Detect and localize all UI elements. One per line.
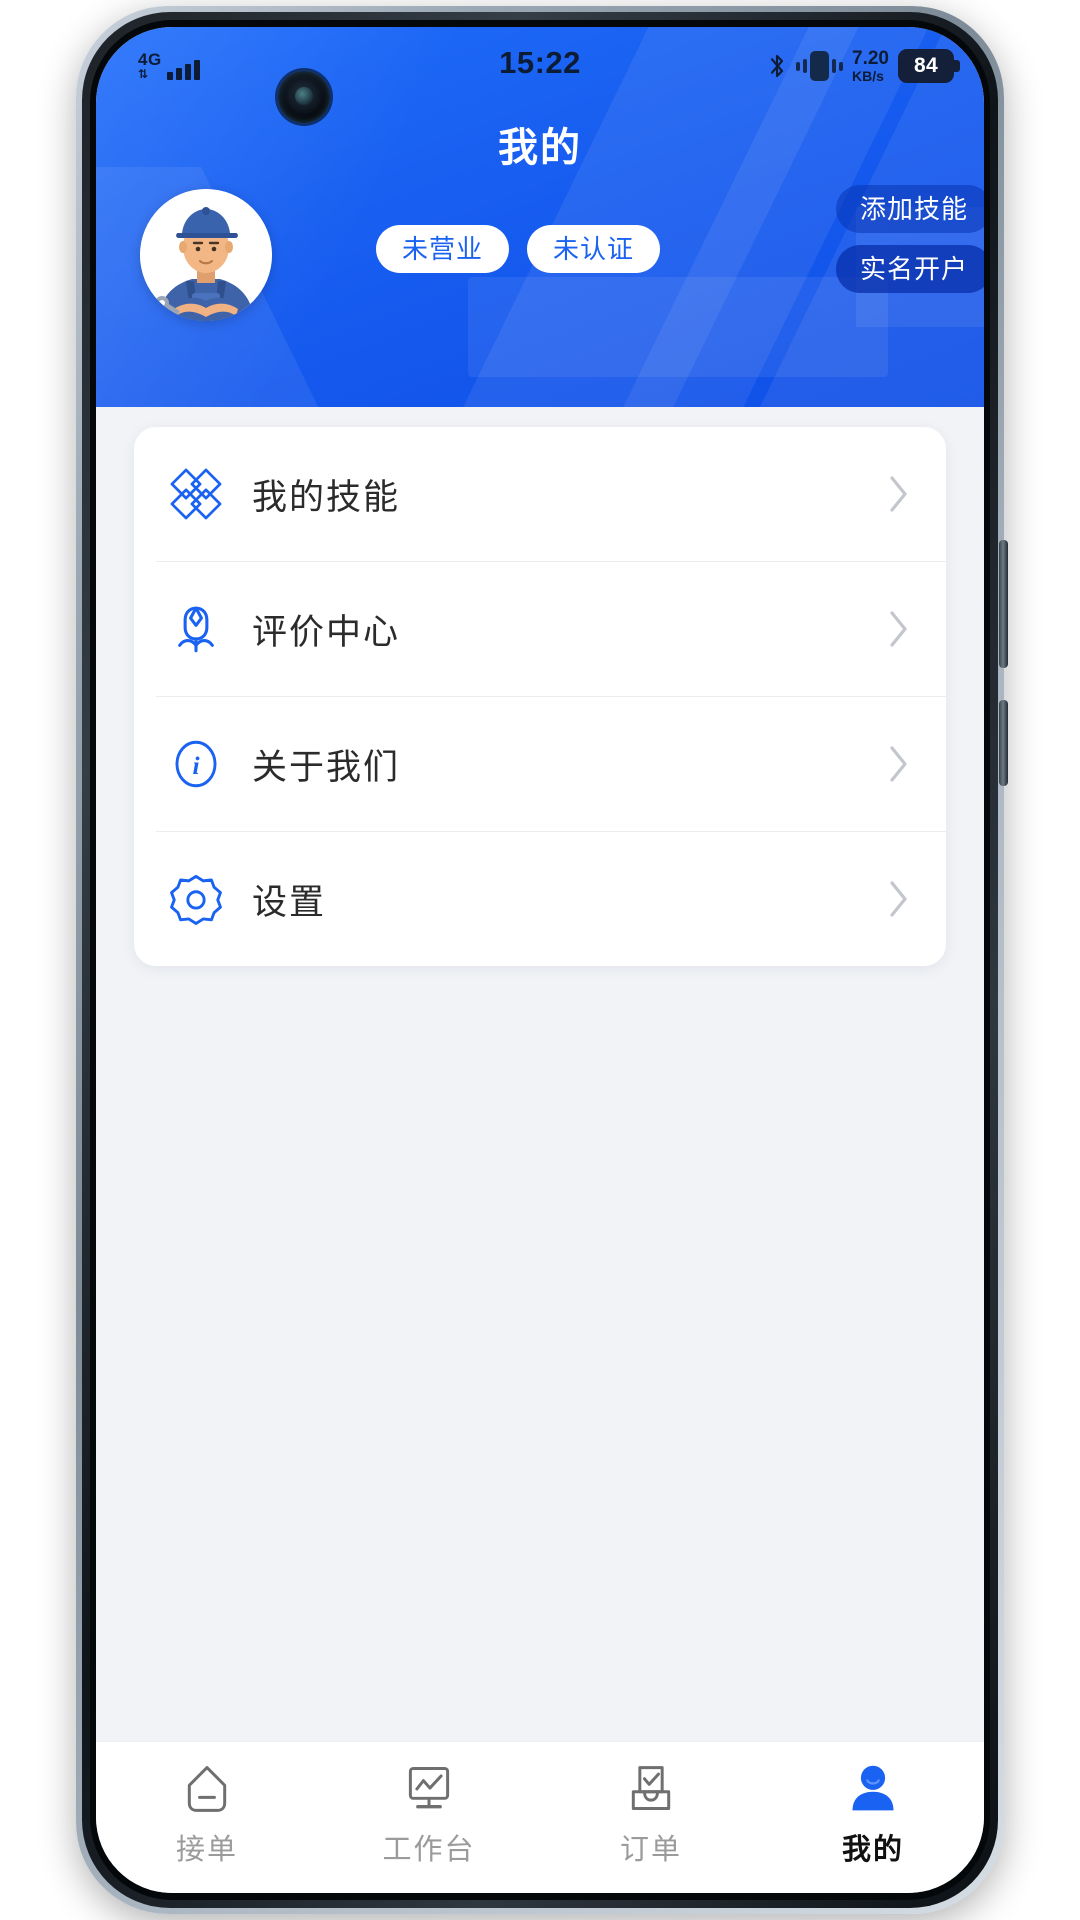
profile-header: 4G ⇅ 15:22 7.20 KB/s 84 我的 未营业 未认证 添加技能 …	[96, 27, 984, 407]
worker-avatar-illustration	[140, 189, 272, 321]
status-badge-certification[interactable]: 未认证	[527, 225, 661, 273]
bottom-navigation: 接单 工作台 订单 我的	[96, 1741, 984, 1893]
tab-workbench[interactable]: 工作台	[318, 1760, 540, 1868]
svg-text:i: i	[192, 752, 199, 780]
menu-item-label: 设置	[252, 882, 327, 922]
menu-item-label: 我的技能	[252, 477, 401, 517]
menu-card: 我的技能 评价中心 i 关于我们 设置	[134, 427, 946, 966]
tab-take-orders[interactable]: 接单	[96, 1760, 318, 1868]
person-icon	[844, 1760, 902, 1818]
bluetooth-icon	[770, 54, 784, 78]
vibrate-icon	[796, 51, 844, 81]
status-badge-business[interactable]: 未营业	[376, 225, 510, 273]
tab-label: 我的	[841, 1834, 904, 1866]
profile-row: 未营业 未认证 添加技能 实名开户	[96, 185, 984, 329]
chevron-right-icon	[890, 746, 907, 782]
menu-item-label: 评价中心	[252, 612, 401, 652]
menu-item-review-center[interactable]: 评价中心	[134, 562, 946, 696]
menu-item-settings[interactable]: 设置	[134, 832, 946, 966]
status-bar-right: 7.20 KB/s 84	[767, 49, 960, 83]
gear-icon	[164, 867, 228, 931]
tulip-review-icon	[164, 597, 228, 661]
battery-icon: 84	[898, 49, 960, 83]
phone-screenshot: 4G ⇅ 15:22 7.20 KB/s 84 我的 未营业 未认证 添加技能 …	[0, 0, 1080, 1920]
header-actions: 添加技能 实名开户	[835, 185, 984, 293]
chevron-right-icon	[890, 881, 907, 917]
network-speed-unit: KB/s	[852, 67, 884, 84]
avatar[interactable]	[140, 189, 272, 321]
menu-item-my-skills[interactable]: 我的技能	[134, 427, 946, 561]
page-title: 我的	[498, 126, 582, 170]
power-button[interactable]	[999, 700, 1008, 786]
tab-label: 工作台	[382, 1834, 476, 1866]
real-name-account-button[interactable]: 实名开户	[835, 245, 984, 293]
add-skill-button[interactable]: 添加技能	[835, 185, 984, 233]
menu-item-about-us[interactable]: i 关于我们	[134, 697, 946, 831]
chevron-right-icon	[890, 611, 907, 647]
status-badges: 未营业 未认证	[376, 225, 661, 273]
tab-label: 订单	[619, 1834, 682, 1866]
network-speed-value: 7.20	[852, 48, 889, 70]
chevron-right-icon	[890, 476, 907, 512]
monitor-chart-icon	[400, 1760, 458, 1818]
tab-mine[interactable]: 我的	[762, 1760, 984, 1868]
battery-level-label: 84	[914, 54, 938, 77]
tab-orders[interactable]: 订单	[540, 1760, 762, 1868]
status-bar: 4G ⇅ 15:22 7.20 KB/s 84	[96, 27, 984, 123]
inbox-check-icon	[622, 1760, 680, 1818]
tag-home-icon	[178, 1760, 236, 1818]
menu-item-label: 关于我们	[252, 747, 401, 787]
skills-diamond-icon	[164, 462, 228, 526]
info-circle-icon: i	[164, 732, 228, 796]
volume-button[interactable]	[999, 540, 1008, 668]
phone-screen: 4G ⇅ 15:22 7.20 KB/s 84 我的 未营业 未认证 添加技能 …	[96, 27, 984, 1893]
tab-label: 接单	[175, 1834, 238, 1866]
network-speed: 7.20 KB/s	[852, 49, 889, 83]
